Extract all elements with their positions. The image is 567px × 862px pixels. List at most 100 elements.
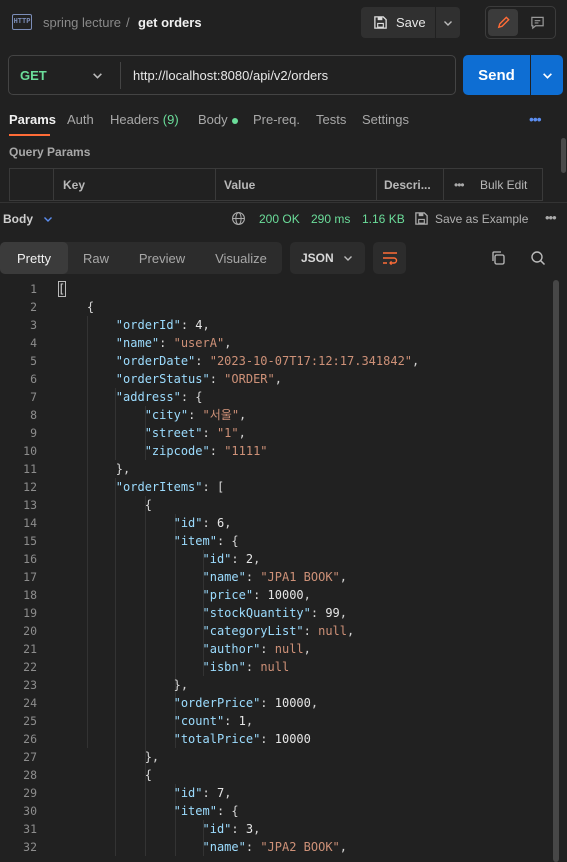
line-number: 8: [30, 408, 37, 422]
format-select[interactable]: JSON: [290, 242, 365, 274]
scrollbar[interactable]: [561, 138, 566, 173]
line-number: 2: [30, 300, 37, 314]
line-number: 6: [30, 372, 37, 386]
more-options-icon[interactable]: •••: [545, 210, 557, 225]
code-token: "author": [202, 642, 261, 656]
tab-pre-request[interactable]: Pre-req.: [253, 112, 300, 127]
tab-raw[interactable]: Raw: [68, 242, 124, 274]
request-name[interactable]: get orders: [138, 15, 202, 30]
save-button[interactable]: Save: [361, 7, 435, 38]
code-line: "isbn": null: [58, 658, 290, 676]
tab-preview[interactable]: Preview: [124, 242, 200, 274]
code-token: "1111": [224, 444, 268, 458]
line-number: 14: [23, 516, 37, 530]
comments-button[interactable]: [522, 9, 552, 36]
line-number: 7: [30, 390, 37, 404]
code-token: ,: [339, 606, 348, 620]
code-line: {: [58, 766, 152, 784]
more-columns-icon[interactable]: •••: [454, 178, 465, 192]
line-number: 11: [23, 462, 37, 476]
code-token: "orderPrice": [173, 696, 261, 710]
save-label: Save: [396, 15, 426, 30]
scrollbar[interactable]: [553, 280, 559, 862]
line-number: 28: [23, 768, 37, 782]
bulk-edit-link[interactable]: Bulk Edit: [480, 178, 527, 192]
code-token: "name": [202, 840, 246, 854]
send-button[interactable]: Send: [463, 55, 530, 95]
tab-pretty[interactable]: Pretty: [0, 242, 68, 274]
response-time[interactable]: 290 ms: [311, 212, 350, 226]
code-token: 99: [325, 606, 340, 620]
line-number: 18: [23, 588, 37, 602]
wrap-lines-icon: [382, 252, 397, 265]
code-token: ,: [412, 354, 420, 368]
code-token: },: [58, 462, 131, 476]
line-number: 13: [23, 498, 37, 512]
tab-visualize[interactable]: Visualize: [200, 242, 282, 274]
code-line: {: [58, 496, 152, 514]
save-dropdown-button[interactable]: [436, 7, 460, 38]
table-column-border: [443, 168, 444, 201]
code-token: :: [231, 822, 246, 836]
code-token: : [: [202, 480, 225, 494]
code-line: },: [58, 676, 188, 694]
code-line: "orderPrice": 10000,: [58, 694, 319, 712]
breadcrumb-collection[interactable]: spring lecture: [43, 15, 121, 30]
code-token: "address": [115, 390, 181, 404]
code-line: "orderStatus": "ORDER",: [58, 370, 282, 388]
response-size[interactable]: 1.16 KB: [362, 212, 405, 226]
chevron-down-icon[interactable]: [43, 214, 53, 224]
code-line: },: [58, 460, 130, 478]
code-token: ,: [224, 516, 232, 530]
code-line: "item": {: [58, 532, 239, 550]
save-as-example-button[interactable]: Save as Example: [435, 212, 528, 226]
code-token: :: [260, 732, 275, 746]
code-token: ,: [253, 552, 261, 566]
tab-body[interactable]: Body: [198, 112, 238, 127]
wrap-lines-button[interactable]: [373, 242, 406, 274]
response-body-editor[interactable]: 1[2 {3 "orderId": 4, 4 "name": "userA", 5 …: [0, 280, 567, 862]
tab-headers[interactable]: Headers (9): [110, 112, 179, 127]
tab-auth[interactable]: Auth: [67, 112, 94, 127]
line-number: 16: [23, 552, 37, 566]
url-input[interactable]: http://localhost:8080/api/v2/orders: [133, 68, 328, 83]
chevron-down-icon[interactable]: [92, 70, 103, 81]
response-body-select[interactable]: Body: [3, 212, 33, 226]
edit-mode-button[interactable]: [488, 9, 518, 36]
chevron-down-icon: [542, 72, 552, 79]
globe-icon[interactable]: [231, 211, 246, 226]
code-token: "count": [173, 714, 225, 728]
line-number: 23: [23, 678, 37, 692]
status-code[interactable]: 200 OK: [259, 212, 300, 226]
code-token: "id": [202, 822, 232, 836]
query-params-title: Query Params: [9, 145, 91, 159]
search-icon[interactable]: [530, 250, 546, 266]
active-tab-indicator: [9, 134, 50, 136]
http-method-select[interactable]: GET: [20, 68, 47, 83]
line-number: 32: [23, 840, 37, 854]
column-header-value: Value: [224, 178, 256, 192]
tab-params[interactable]: Params: [9, 112, 56, 127]
code-token: "isbn": [202, 660, 246, 674]
copy-icon[interactable]: [490, 250, 506, 266]
tab-settings[interactable]: Settings: [362, 112, 409, 127]
code-token: "2023-10-07T17:12:17.341842": [209, 354, 413, 368]
code-token: "id": [202, 552, 232, 566]
more-options-icon[interactable]: •••: [529, 111, 542, 127]
tab-tests[interactable]: Tests: [316, 112, 346, 127]
tab-body-label: Body: [198, 112, 228, 127]
send-dropdown-button[interactable]: [531, 55, 563, 95]
line-number: 10: [23, 444, 37, 458]
code-token: "userA": [173, 336, 225, 350]
